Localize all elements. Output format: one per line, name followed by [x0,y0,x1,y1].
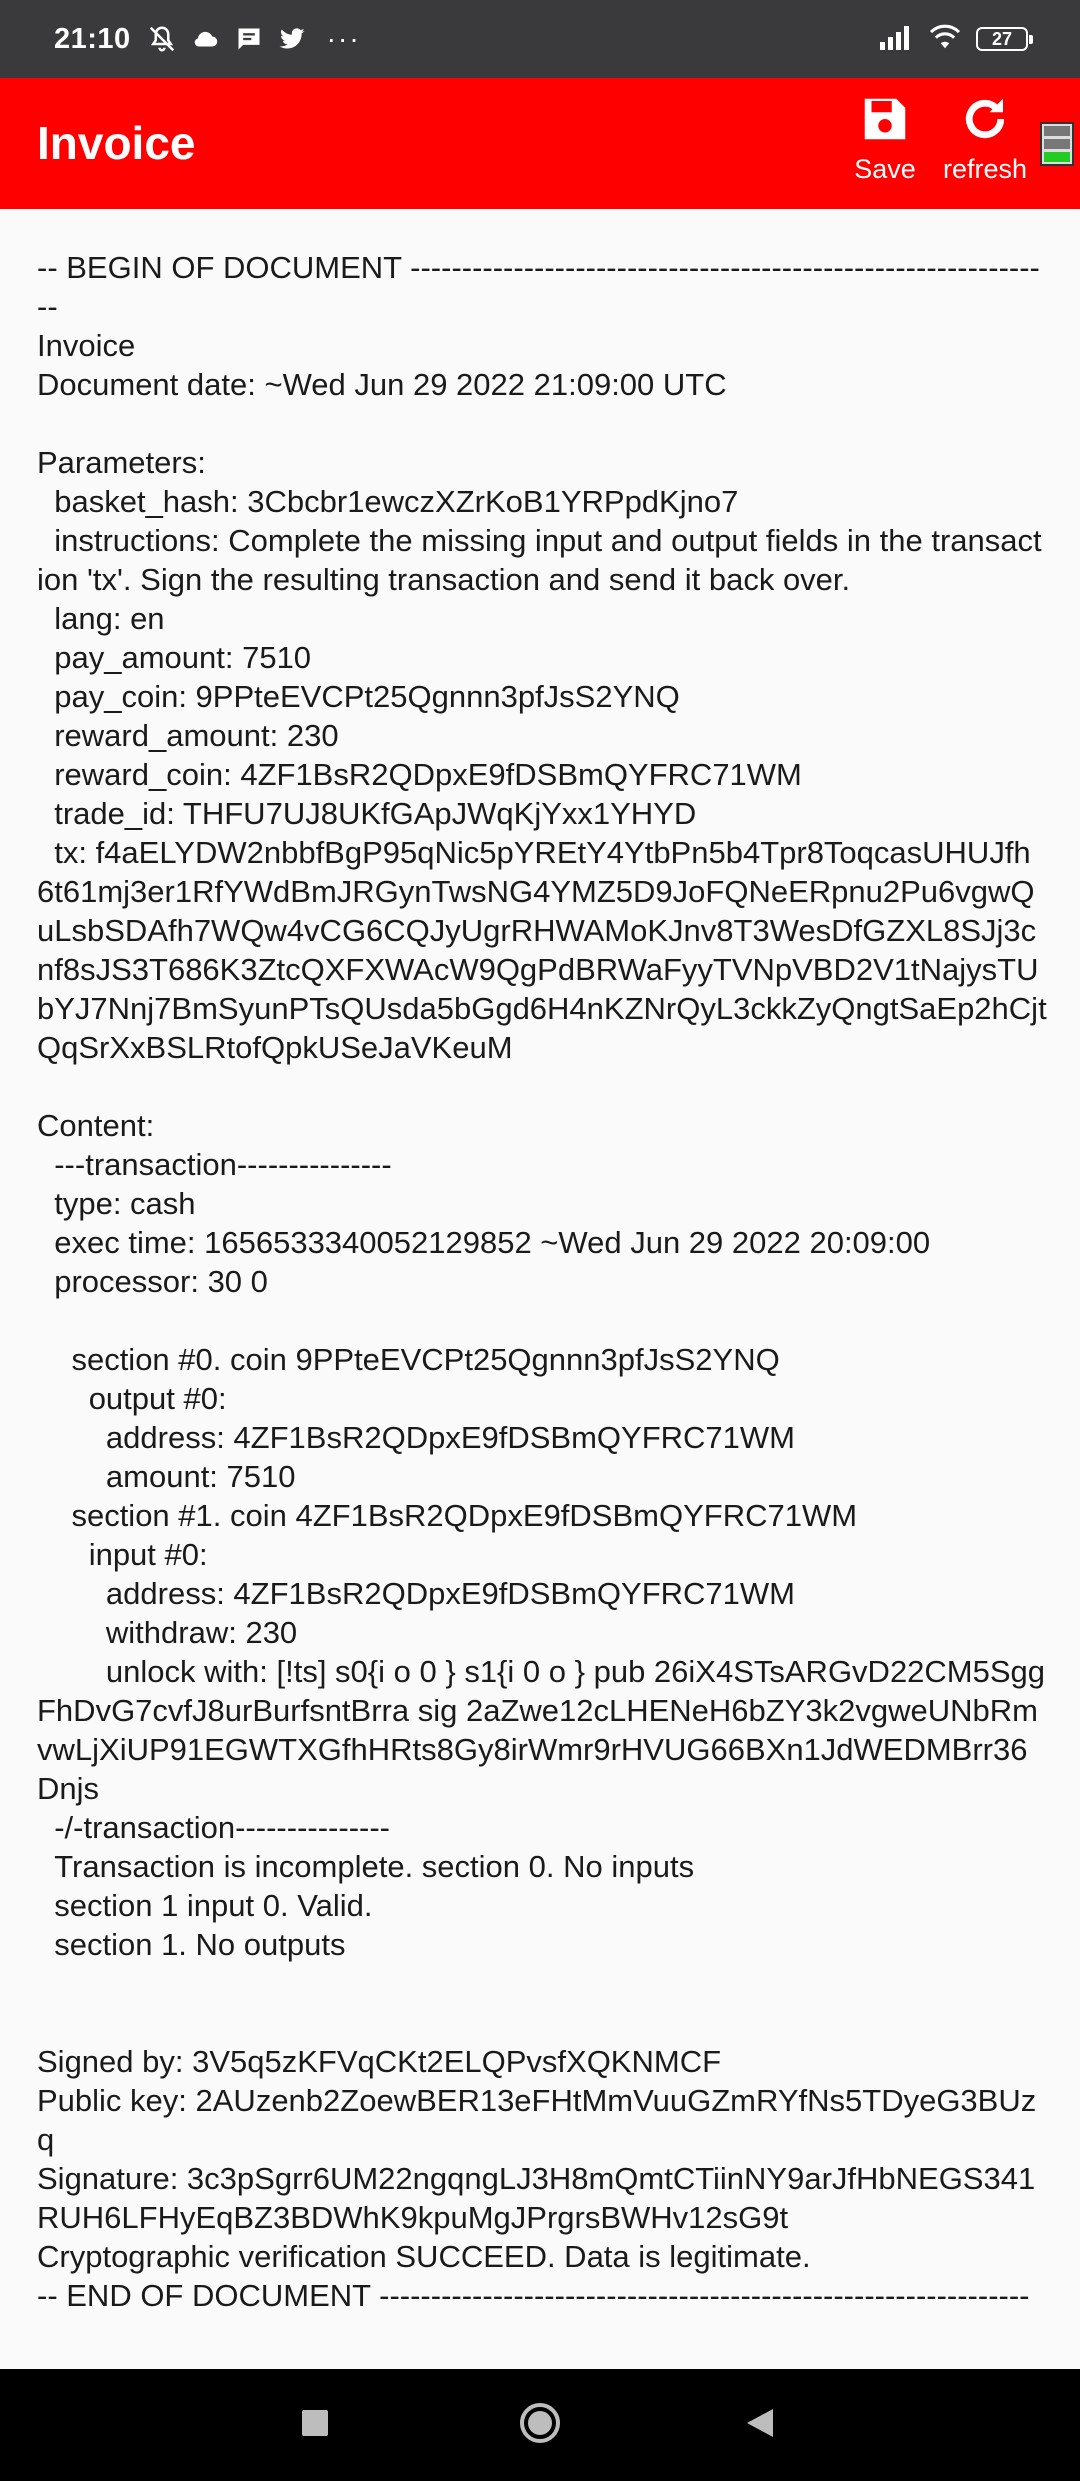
indicator-segment [1044,126,1070,136]
mute-bell-icon [147,24,177,54]
document-line: Parameters: [37,445,206,480]
recent-apps-icon [300,2408,330,2443]
document-line: instructions: Complete the missing input… [37,523,1042,597]
document-line [37,1067,1047,1106]
app-bar: Invoice Save refresh [0,78,1080,209]
back-button[interactable] [700,2369,820,2481]
document-line: Document date: ~Wed Jun 29 2022 21:09:00… [37,367,727,402]
recent-apps-button[interactable] [255,2369,375,2481]
refresh-icon [958,92,1012,146]
document-line: Cryptographic verification SUCCEED. Data… [37,2239,811,2274]
document-line [37,404,1047,443]
indicator-segment [1044,139,1070,149]
document-line: trade_id: THFU7UJ8UKfGApJWqKjYxx1YHYD [37,796,697,831]
document-line: Content: [37,1108,155,1143]
refresh-button[interactable]: refresh [930,92,1040,202]
document-line: pay_amount: 7510 [37,640,312,675]
save-label: Save [854,154,916,184]
document-line: withdraw: 230 [37,1615,298,1650]
document-line: Invoice [37,328,136,363]
document-line: ---transaction--------------- [37,1147,392,1182]
back-icon [745,2407,775,2444]
indicator-segment-active [1044,152,1070,162]
document-line: section 1 input 0. Valid. [37,1888,373,1923]
document-line: section 1. No outputs [37,1927,346,1962]
document-line: address: 4ZF1BsR2QDpxE9fDSBmQYFRC71WM [37,1576,795,1611]
document-line: section #1. coin 4ZF1BsR2QDpxE9fDSBmQYFR… [37,1498,858,1533]
document-line: -- BEGIN OF DOCUMENT -------------------… [37,250,1040,324]
document-line: exec time: 1656533340052129852 ~Wed Jun … [37,1225,931,1260]
refresh-label: refresh [942,154,1028,184]
document-line: amount: 7510 [37,1459,296,1494]
message-icon [235,25,263,53]
document-line: reward_coin: 4ZF1BsR2QDpxE9fDSBmQYFRC71W… [37,757,802,792]
document-line [37,2003,1047,2042]
document-line: Signature: 3c3pSgrr6UM22ngqngLJ3H8mQmtCT… [37,2161,1036,2235]
page-title: Invoice [37,117,196,169]
document-line: pay_coin: 9PPteEVCPt25Qgnnn3pfJsS2YNQ [37,679,680,714]
document-line: input #0: [37,1537,208,1572]
document-line: Signed by: 3V5q5zKFVqCKt2ELQPvsfXQKNMCF [37,2044,722,2079]
document-line: Transaction is incomplete. section 0. No… [37,1849,695,1884]
document-line: -- END OF DOCUMENT ---------------------… [37,2278,1030,2313]
cloud-icon [191,24,221,54]
home-icon [518,2401,562,2450]
document-line: processor: 30 0 [37,1264,268,1299]
more-notifications-icon: ··· [326,23,361,54]
document-line: basket_hash: 3Cbcbr1ewczXZrKoB1YRPpdKjno… [37,484,739,519]
document-line: output #0: [37,1381,227,1416]
document-line [37,1964,1047,2003]
document-line: unlock with: [!ts] s0{i o 0 } s1{i 0 o }… [37,1654,1046,1806]
document-line: -/-transaction--------------- [37,1810,390,1845]
document-line: section #0. coin 9PPteEVCPt25Qgnnn3pfJsS… [37,1342,780,1377]
connection-indicator-icon [1040,122,1074,166]
document-line: lang: en [37,601,165,636]
document-line: tx: f4aELYDW2nbbfBgP95qNic5pYREtY4YtbPn5… [37,835,1047,1065]
twitter-icon [277,24,307,54]
document-line: type: cash [37,1186,196,1221]
system-icons: 27 [878,0,1033,78]
document-line: address: 4ZF1BsR2QDpxE9fDSBmQYFRC71WM [37,1420,795,1455]
document-line: reward_amount: 230 [37,718,339,753]
home-button[interactable] [480,2369,600,2481]
navigation-bar [0,2369,1080,2481]
save-icon [858,92,912,146]
notification-icons: ··· [147,23,361,55]
document-line: Public key: 2AUzenb2ZoewBER13eFHtMmVuuGZ… [37,2083,1037,2157]
battery-icon: 27 [976,27,1033,51]
save-button[interactable]: Save [830,92,940,202]
wifi-icon [928,23,962,56]
document-text: -- BEGIN OF DOCUMENT -------------------… [37,248,1047,2315]
status-time: 21:10 [54,22,131,55]
document-line [37,1301,1047,1340]
signal-icon [878,24,914,55]
status-bar: 21:10 ··· 27 [0,0,1080,78]
